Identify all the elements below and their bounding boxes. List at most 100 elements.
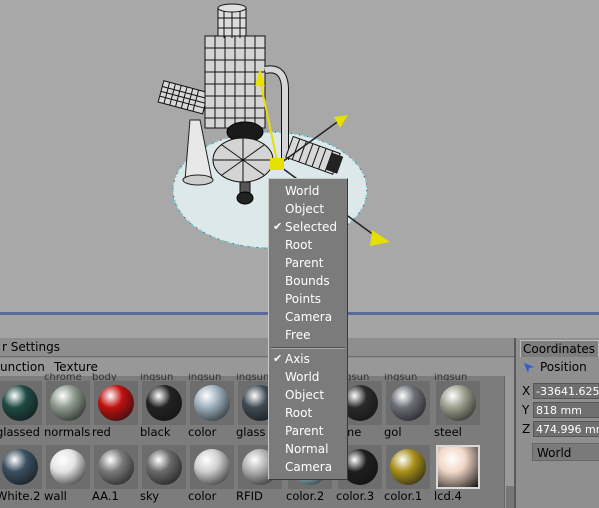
checkmark-icon: ✔ (273, 352, 283, 365)
material-label: White.2 (0, 489, 41, 503)
move-arrow-icon (524, 363, 534, 373)
material-label: color.2 (286, 489, 325, 503)
material-ball (50, 385, 86, 421)
material-ball (146, 385, 182, 421)
menu-item-label: Root (285, 406, 313, 420)
coordinate-mode-select[interactable]: World (532, 443, 599, 461)
menu-divider (271, 347, 345, 349)
menu-item-label: Root (285, 238, 313, 252)
menu-item-label: Camera (285, 310, 333, 324)
material-ball (50, 449, 86, 485)
material-label: color (188, 425, 217, 439)
material-ball (98, 385, 134, 421)
material-ball (438, 447, 478, 487)
material-swatch[interactable]: AA.1 (92, 440, 138, 503)
y-row: Y 818 mm (518, 402, 599, 420)
material-ball (194, 449, 230, 485)
menu-item-axis[interactable]: ✔ Axis (269, 350, 347, 368)
material-label: black (140, 425, 171, 439)
menu-item-selected[interactable]: ✔ Selected (269, 218, 347, 236)
material-swatch[interactable]: chrome normals (44, 373, 90, 439)
x-row: X -33641.625 r (518, 383, 599, 401)
material-swatch[interactable]: color.1 (384, 440, 430, 503)
menu-item-bounds[interactable]: Bounds (269, 272, 347, 290)
coordinates-panel: Coordinates Position X -33641.625 r Y 81… (514, 338, 599, 508)
menu-item-label: Normal (285, 442, 329, 456)
checkmark-icon: ✔ (273, 220, 283, 233)
material-swatch[interactable]: ingsun color (188, 373, 234, 439)
material-swatch[interactable]: color (188, 440, 234, 503)
material-label: color.3 (336, 489, 375, 503)
material-ball (2, 449, 38, 485)
x-axis-label: X (522, 384, 531, 398)
material-swatch[interactable]: White.2 (0, 440, 42, 503)
menu-function[interactable]: unction (0, 360, 45, 374)
material-swatch[interactable]: ingsun black (140, 373, 186, 439)
material-ball (2, 385, 38, 421)
menu-item-label: Axis (285, 352, 310, 366)
z-position-field[interactable]: 474.996 mm (533, 421, 599, 437)
menu-item-label: Free (285, 328, 311, 342)
material-ball (390, 449, 426, 485)
material-ball (390, 385, 426, 421)
menu-item-label: World (285, 184, 320, 198)
menu-item-axis-camera[interactable]: Camera (269, 458, 347, 476)
material-scrollbar[interactable] (504, 376, 514, 508)
menu-item-camera[interactable]: Camera (269, 308, 347, 326)
material-label: wall (44, 489, 67, 503)
material-manager: r Settings unction Texture glassed chrom… (0, 338, 514, 508)
material-label: lcd.4 (434, 489, 462, 503)
material-ball (98, 449, 134, 485)
context-menu: World Object ✔ Selected Root Parent Bound… (268, 178, 348, 480)
material-swatch[interactable]: body red (92, 373, 138, 439)
material-swatch[interactable]: wall (44, 440, 90, 503)
menu-item-axis-root[interactable]: Root (269, 404, 347, 422)
menu-item-world[interactable]: World (269, 182, 347, 200)
material-label: sky (140, 489, 160, 503)
material-ball (194, 385, 230, 421)
menu-item-axis-object[interactable]: Object (269, 386, 347, 404)
menu-item-axis-normal[interactable]: Normal (269, 440, 347, 458)
menu-item-label: Selected (285, 220, 338, 234)
y-position-field[interactable]: 818 mm (533, 402, 599, 418)
scrollbar-thumb[interactable] (506, 486, 514, 508)
material-grid: glassed chrome normals body red ingsun b… (0, 373, 504, 508)
material-label: RFID (236, 489, 263, 503)
material-swatch[interactable]: ingsun gol (384, 373, 430, 439)
position-label: Position (540, 360, 587, 374)
x-position-field[interactable]: -33641.625 r (533, 383, 599, 399)
menu-item-axis-world[interactable]: World (269, 368, 347, 386)
menu-item-axis-parent[interactable]: Parent (269, 422, 347, 440)
menu-item-label: Parent (285, 256, 324, 270)
material-label: steel (434, 425, 462, 439)
menu-item-root[interactable]: Root (269, 236, 347, 254)
menu-item-label: Object (285, 202, 325, 216)
menu-item-points[interactable]: Points (269, 290, 347, 308)
material-label: normals (44, 425, 91, 439)
z-row: Z 474.996 mm (518, 421, 599, 439)
menu-texture[interactable]: Texture (54, 360, 98, 374)
material-swatch[interactable]: glassed (0, 376, 42, 439)
tab-coordinates[interactable]: Coordinates (520, 340, 599, 357)
material-manager-title: r Settings (0, 338, 514, 357)
menu-item-label: Bounds (285, 274, 330, 288)
material-swatch[interactable]: lcd.4 (434, 440, 480, 503)
z-axis-label: Z (522, 422, 531, 436)
menu-item-label: Camera (285, 460, 333, 474)
material-label: color (188, 489, 217, 503)
position-section: Position (516, 359, 599, 377)
menu-item-label: Points (285, 292, 322, 306)
menu-item-object[interactable]: Object (269, 200, 347, 218)
y-axis-label: Y (522, 403, 530, 417)
menu-item-free[interactable]: Free (269, 326, 347, 344)
menu-item-label: World (285, 370, 320, 384)
material-swatch[interactable]: ingsun steel (434, 373, 480, 439)
material-ball (146, 449, 182, 485)
material-label: gol (384, 425, 402, 439)
material-label: red (92, 425, 111, 439)
menu-item-label: Parent (285, 424, 324, 438)
material-label: AA.1 (92, 489, 119, 503)
menu-item-parent[interactable]: Parent (269, 254, 347, 272)
menu-item-label: Object (285, 388, 325, 402)
material-swatch[interactable]: sky (140, 440, 186, 503)
